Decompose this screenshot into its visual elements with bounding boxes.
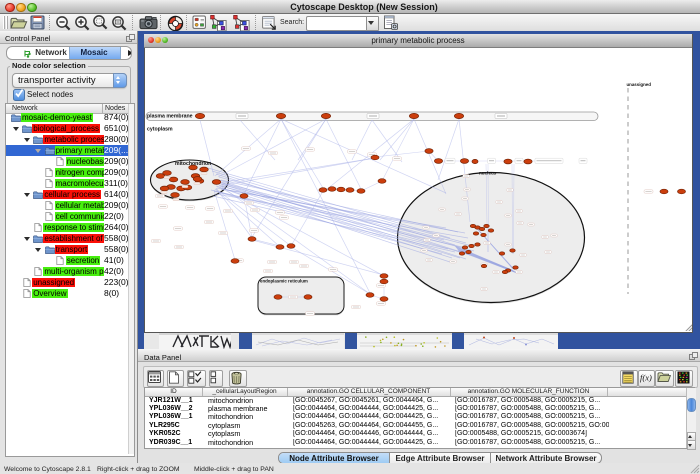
svg-text:endoplasmic reticulum: endoplasmic reticulum (260, 279, 308, 284)
svg-text:f(x): f(x) (640, 373, 652, 383)
svg-text:nucleus: nucleus (479, 171, 497, 176)
svg-text:plasma membrane: plasma membrane (147, 114, 193, 120)
svg-text:cytoplasm: cytoplasm (147, 127, 173, 133)
svg-text:unassigned: unassigned (627, 82, 652, 87)
svg-text:mitochondrion: mitochondrion (175, 161, 211, 167)
